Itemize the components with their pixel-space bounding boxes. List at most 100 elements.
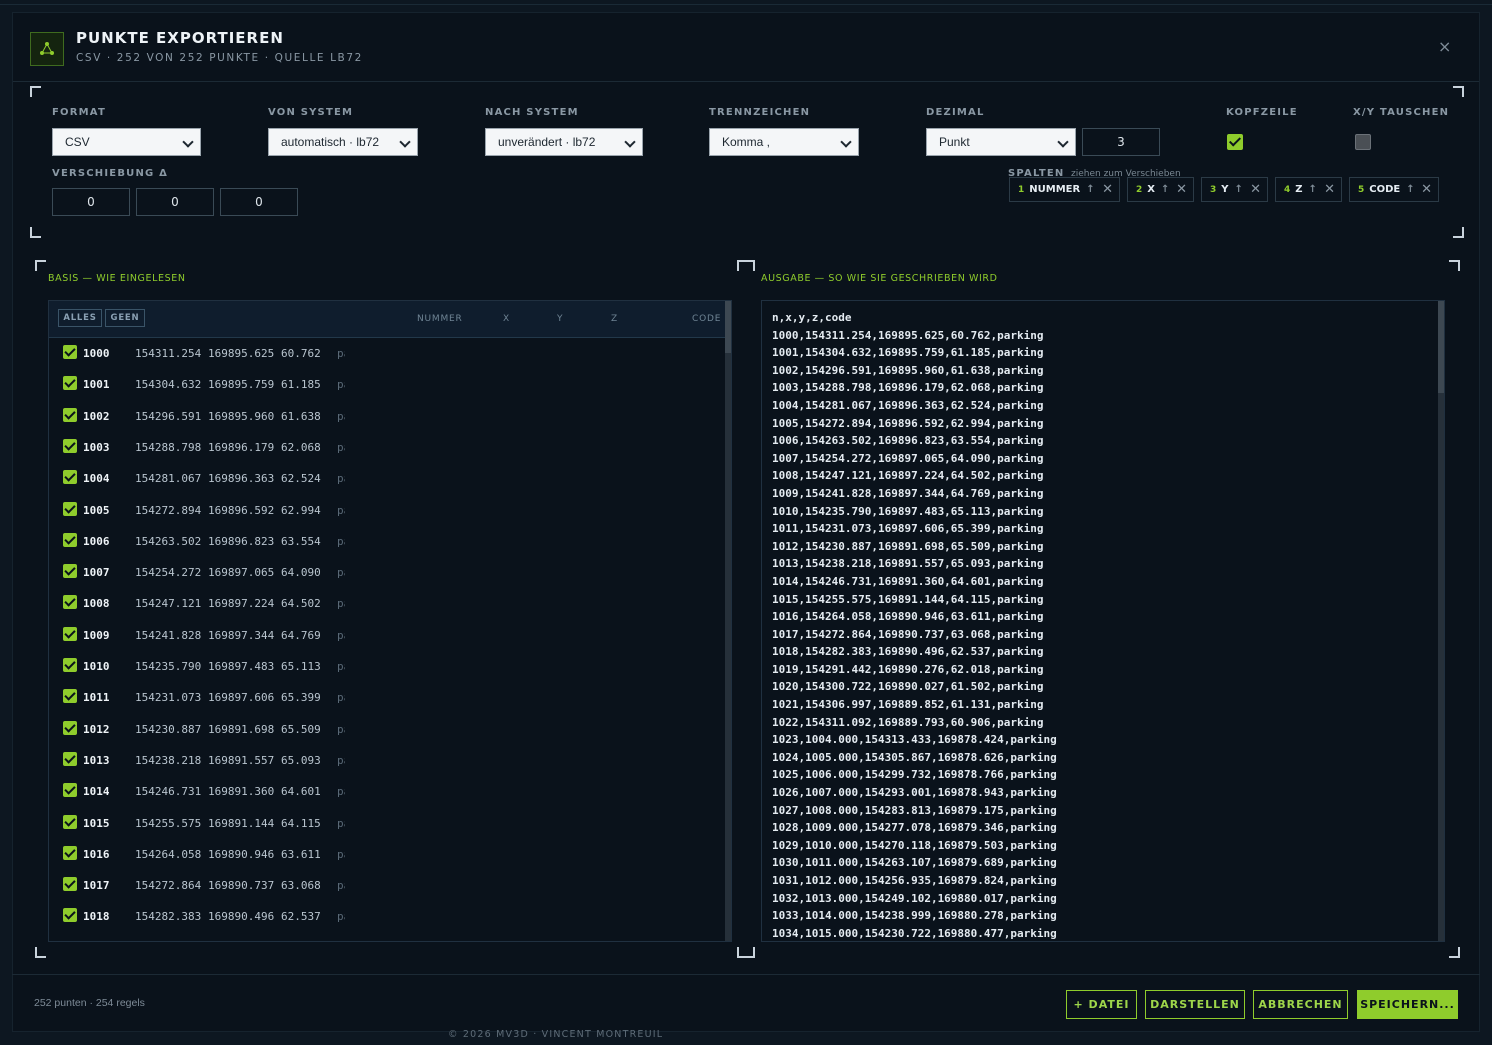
output-line: 1032,1013.000,154249.102,169880.017,park… [772, 891, 1057, 905]
basis-title: BASIS — WIE EINGELESEN [48, 273, 186, 284]
remove-icon[interactable]: ✕ [1102, 178, 1113, 201]
row-checkbox[interactable] [63, 501, 77, 516]
select-all-button[interactable]: ALLES [58, 309, 102, 327]
column-chip-code[interactable]: 5 CODE ↑ ✕ [1349, 177, 1439, 202]
table-row[interactable]: 1013 154238.218 169891.557 65.093 parking [49, 745, 725, 776]
scrollbar[interactable] [725, 301, 731, 941]
dezimal-select[interactable]: Punkt [926, 128, 1076, 156]
sort-up-icon[interactable]: ↑ [1406, 184, 1414, 195]
row-checkbox[interactable] [63, 564, 77, 579]
sort-up-icon[interactable]: ↑ [1161, 184, 1169, 195]
shift-x-input[interactable]: 0 [52, 188, 130, 216]
sort-up-icon[interactable]: ↑ [1086, 184, 1094, 195]
remove-icon[interactable]: ✕ [1176, 178, 1187, 201]
table-row[interactable]: 1001 154304.632 169895.759 61.185 parking [49, 369, 725, 400]
table-row[interactable]: 1007 154254.272 169897.065 64.090 parking [49, 557, 725, 588]
format-select[interactable]: CSV [52, 128, 201, 156]
abbrechen-button[interactable]: ABBRECHEN [1253, 990, 1348, 1019]
table-row[interactable]: 1002 154296.591 169895.960 61.638 parking [49, 401, 725, 432]
row-checkbox[interactable] [63, 438, 77, 453]
x-value: 154241.828 [135, 628, 202, 642]
y-value: 169891.698 [208, 722, 275, 736]
row-checkbox[interactable] [63, 783, 77, 798]
table-row[interactable]: 1005 154272.894 169896.592 62.994 parking [49, 495, 725, 526]
trennzeichen-select[interactable]: Komma , [709, 128, 859, 156]
row-checkbox[interactable] [63, 845, 77, 860]
column-chip-nummer[interactable]: 1 NUMMER ↑ ✕ [1009, 177, 1120, 202]
shift-z-input[interactable]: 0 [220, 188, 298, 216]
table-row[interactable]: 1015 154255.575 169891.144 64.115 parking [49, 808, 725, 839]
column-header-x[interactable]: X [503, 314, 510, 324]
table-row[interactable]: 1003 154288.798 169896.179 62.068 parking [49, 432, 725, 463]
table-row[interactable]: 1016 154264.058 169890.946 63.611 parking [49, 839, 725, 870]
column-header-code[interactable]: CODE [692, 314, 721, 324]
scrollbar-thumb[interactable] [725, 301, 731, 353]
z-value: 62.994 [281, 503, 321, 517]
xy-tauschen-checkbox[interactable] [1355, 134, 1371, 150]
table-row[interactable]: 1012 154230.887 169891.698 65.509 parking [49, 714, 725, 745]
row-checkbox[interactable] [63, 626, 77, 641]
z-value: 61.185 [281, 378, 321, 392]
column-header-y[interactable]: Y [557, 314, 563, 324]
kopfzeile-checkbox[interactable] [1227, 134, 1243, 150]
select-none-button[interactable]: GEEN [105, 309, 145, 327]
row-checkbox[interactable] [63, 877, 77, 892]
row-checkbox[interactable] [63, 532, 77, 547]
table-row[interactable]: 1004 154281.067 169896.363 62.524 parking [49, 463, 725, 494]
row-checkbox[interactable] [63, 689, 77, 704]
row-checkbox[interactable] [63, 470, 77, 485]
output-line: 1026,1007.000,154293.001,169878.943,park… [772, 786, 1057, 800]
von-system-select[interactable]: automatisch · lb72 [268, 128, 418, 156]
table-row[interactable]: 1006 154263.502 169896.823 63.554 parking [49, 526, 725, 557]
code-value: parking [337, 409, 345, 423]
column-chip-y[interactable]: 3 Y ↑ ✕ [1201, 177, 1268, 202]
darstellen-button[interactable]: DARSTELLEN [1145, 990, 1245, 1019]
row-checkbox[interactable] [63, 751, 77, 766]
remove-icon[interactable]: ✕ [1324, 178, 1335, 201]
table-row[interactable]: 1008 154247.121 169897.224 64.502 parking [49, 588, 725, 619]
remove-icon[interactable]: ✕ [1250, 178, 1261, 201]
x-value: 154263.502 [135, 534, 202, 548]
nach-system-select[interactable]: unverändert · lb72 [485, 128, 643, 156]
z-value: 62.537 [281, 910, 321, 924]
row-checkbox[interactable] [63, 345, 77, 359]
table-row[interactable]: 1018 154282.383 169890.496 62.537 parking [49, 901, 725, 932]
scrollbar[interactable] [1438, 301, 1444, 941]
precision-input[interactable]: 3 [1082, 128, 1160, 156]
corner-marker [30, 227, 41, 238]
corner-marker [737, 947, 748, 958]
column-chip-x[interactable]: 2 X ↑ ✕ [1127, 177, 1194, 202]
remove-icon[interactable]: ✕ [1421, 178, 1432, 201]
row-checkbox[interactable] [63, 814, 77, 829]
point-number: 1014 [83, 785, 110, 799]
row-checkbox[interactable] [63, 720, 77, 735]
speichern-button[interactable]: SPEICHERN... [1357, 990, 1458, 1019]
row-checkbox[interactable] [63, 407, 77, 422]
row-checkbox[interactable] [63, 595, 77, 610]
close-icon[interactable]: × [1438, 37, 1451, 56]
row-checkbox[interactable] [63, 908, 77, 923]
column-chip-z[interactable]: 4 Z ↑ ✕ [1275, 177, 1342, 202]
code-value: parking [337, 847, 345, 861]
sort-up-icon[interactable]: ↑ [1309, 184, 1317, 195]
table-row[interactable]: 1017 154272.864 169890.737 63.068 parking [49, 870, 725, 901]
point-number: 1008 [83, 597, 110, 611]
datei-button[interactable]: + DATEI [1066, 990, 1137, 1019]
output-line: n,x,y,z,code [772, 311, 852, 324]
point-number: 1002 [83, 409, 110, 423]
code-value: parking [337, 879, 345, 893]
table-row[interactable]: 1014 154246.731 169891.360 64.601 parking [49, 776, 725, 807]
table-row[interactable]: 1011 154231.073 169897.606 65.399 parking [49, 682, 725, 713]
output-line: 1006,154263.502,169896.823,63.554,parkin… [772, 434, 1044, 448]
z-value: 65.399 [281, 691, 321, 705]
row-checkbox[interactable] [63, 658, 77, 672]
sort-up-icon[interactable]: ↑ [1235, 184, 1243, 195]
table-row[interactable]: 1010 154235.790 169897.483 65.113 parking [49, 651, 725, 682]
column-header-nummer[interactable]: NUMMER [417, 314, 463, 324]
row-checkbox[interactable] [63, 376, 77, 391]
scrollbar-thumb[interactable] [1438, 301, 1444, 393]
column-header-z[interactable]: Z [611, 314, 618, 324]
table-row[interactable]: 1000 154311.254 169895.625 60.762 parking [49, 338, 725, 369]
shift-y-input[interactable]: 0 [136, 188, 214, 216]
table-row[interactable]: 1009 154241.828 169897.344 64.769 parking [49, 620, 725, 651]
